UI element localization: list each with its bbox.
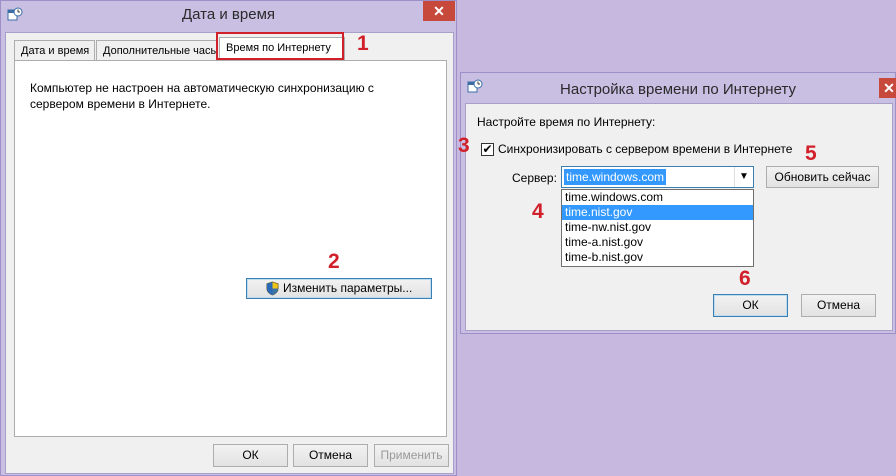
cancel-button[interactable]: Отмена — [801, 294, 876, 317]
apply-button[interactable]: Применить — [374, 444, 449, 467]
ok-button[interactable]: ОК — [213, 444, 288, 467]
server-dropdown-list: time.windows.com time.nist.gov time-nw.n… — [561, 189, 754, 267]
callout-highlight-box — [216, 32, 344, 60]
date-time-window: Дата и время ✕ Дата и время Дополнительн… — [0, 0, 457, 476]
sync-status-line1: Компьютер не настроен на автоматическую … — [30, 81, 374, 95]
change-settings-label: Изменить параметры... — [283, 281, 413, 295]
callout-4: 4 — [532, 200, 544, 223]
callout-1: 1 — [357, 32, 369, 55]
tab-date-time[interactable]: Дата и время — [14, 40, 95, 61]
callout-6: 6 — [739, 267, 751, 290]
ok-button[interactable]: ОК — [713, 294, 788, 317]
titlebar[interactable]: Настройка времени по Интернету ✕ — [461, 73, 896, 103]
server-option[interactable]: time-nw.nist.gov — [562, 220, 753, 235]
update-now-button[interactable]: Обновить сейчас — [766, 166, 879, 188]
change-settings-button[interactable]: Изменить параметры... — [246, 278, 432, 299]
internet-time-settings-window: Настройка времени по Интернету ✕ Настрой… — [460, 72, 896, 334]
chevron-down-icon[interactable]: ▼ — [734, 167, 753, 187]
client-area: Дата и время Дополнительные часы Время п… — [5, 32, 454, 474]
close-icon[interactable]: ✕ — [879, 78, 896, 98]
window-title: Настройка времени по Интернету — [560, 81, 796, 98]
sync-checkbox[interactable]: ✔ — [481, 143, 494, 156]
tab-additional-clocks[interactable]: Дополнительные часы — [96, 40, 218, 61]
callout-2: 2 — [328, 250, 340, 273]
sync-status-line2: сервером времени в Интернете. — [30, 97, 211, 111]
uac-shield-icon — [266, 281, 279, 296]
settings-heading: Настройте время по Интернету: — [477, 115, 656, 129]
cancel-button[interactable]: Отмена — [293, 444, 368, 467]
close-icon[interactable]: ✕ — [423, 1, 455, 21]
server-value: time.windows.com — [564, 169, 667, 185]
server-combobox[interactable]: time.windows.com ▼ — [561, 166, 754, 188]
client-area: Настройте время по Интернету: ✔ Синхрони… — [465, 103, 893, 331]
server-option[interactable]: time.windows.com — [562, 190, 753, 205]
sync-checkbox-label[interactable]: Синхронизировать с сервером времени в Ин… — [498, 142, 792, 156]
server-label: Сервер: — [512, 171, 557, 185]
tab-panel: Компьютер не настроен на автоматическую … — [14, 60, 447, 437]
callout-3: 3 — [458, 134, 470, 157]
server-option-selected[interactable]: time.nist.gov — [562, 205, 753, 220]
window-title: Дата и время — [181, 6, 276, 23]
titlebar[interactable]: Дата и время ✕ — [1, 1, 456, 31]
callout-5: 5 — [805, 142, 817, 165]
server-option[interactable]: time-b.nist.gov — [562, 250, 753, 265]
server-option[interactable]: time-a.nist.gov — [562, 235, 753, 250]
